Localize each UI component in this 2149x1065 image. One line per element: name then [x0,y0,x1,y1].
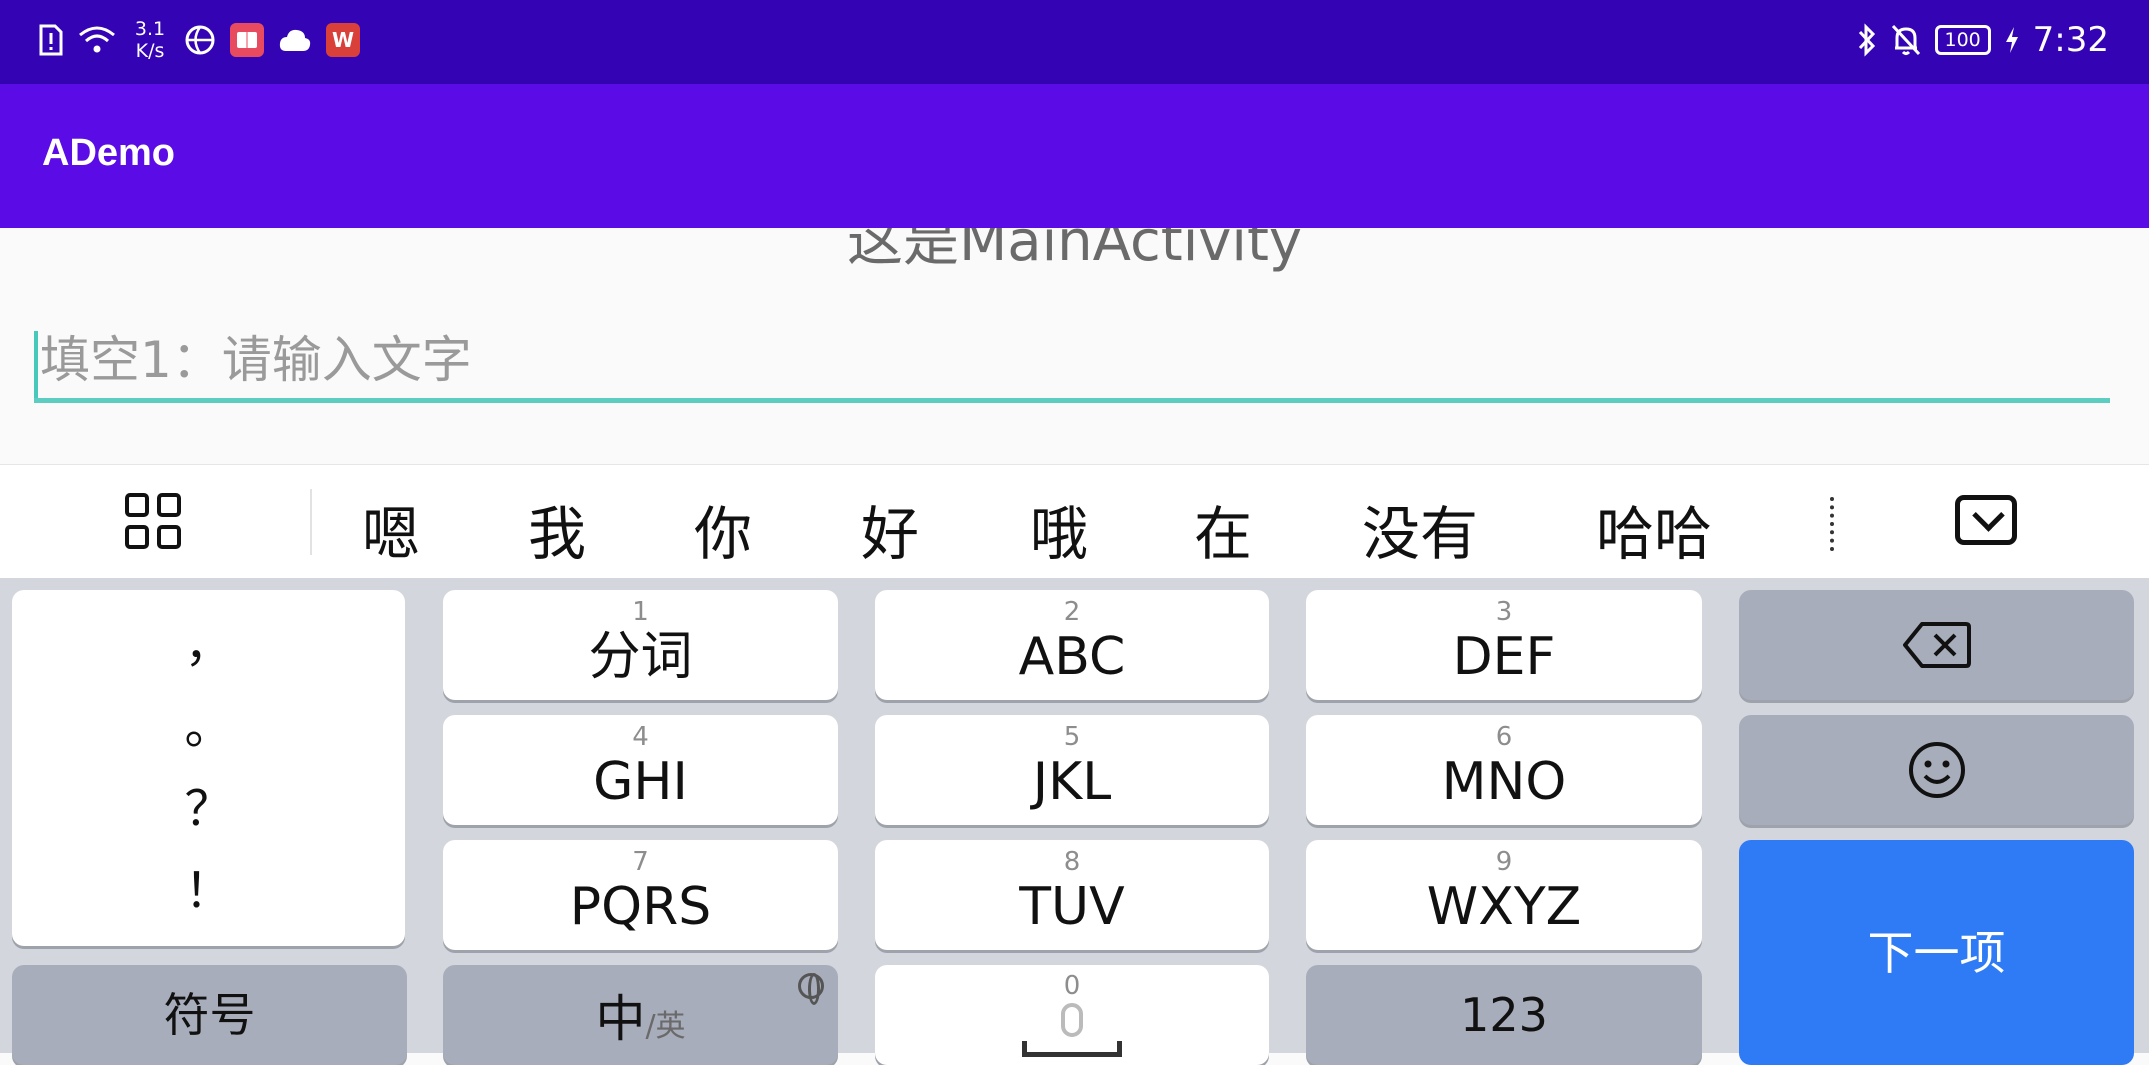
key-number: 4 [632,722,649,752]
candidate-word[interactable]: 你 [694,487,752,571]
key-7[interactable]: 7 PQRS [443,840,838,950]
key-9[interactable]: 9 WXYZ [1306,840,1702,950]
globe-icon [798,973,824,1005]
candidate-bar: 嗯 我 你 好 哦 在 没有 哈哈 [0,464,2149,578]
main-content: 这是MainActivity [0,228,2149,464]
more-candidates-divider [1830,497,1834,551]
key-number: 5 [1063,722,1081,752]
key-label: DEF [1452,627,1556,687]
key-1[interactable]: 1 分词 [443,590,838,700]
vpn-globe-icon [185,25,215,55]
app-title: ADemo [42,132,176,174]
language-switch-key[interactable]: 中/英 [443,965,838,1065]
cloud-icon [279,29,311,51]
key-label: MNO [1441,752,1567,812]
key-label: GHI [593,752,688,812]
backspace-icon [1902,622,1971,668]
space-key-number: 0 [1063,971,1081,1001]
space-icon [1022,1041,1122,1057]
language-alt: /英 [645,1009,686,1044]
numeric-key-label: 123 [1460,988,1548,1042]
key-label: PQRS [569,877,712,937]
book-app-icon [230,23,264,57]
candidate-word[interactable]: 哦 [1030,487,1088,571]
key-label: JKL [1032,752,1112,812]
candidate-word[interactable]: 没有 [1362,487,1478,571]
battery-icon: 100 [1934,25,1991,55]
emoji-key[interactable] [1739,715,2134,825]
network-speed: 3.1 K/s [134,18,166,62]
wps-app-icon: W [326,23,360,57]
next-field-label: 下一项 [1867,925,2006,980]
candidate-word[interactable]: 我 [528,487,586,571]
main-activity-label: 这是MainActivity [846,228,1303,274]
key-4[interactable]: 4 GHI [443,715,838,825]
smiley-icon [1908,742,1965,798]
symbol-key-label: 符号 [163,988,256,1042]
key-label: TUV [1019,877,1125,937]
mute-bell-icon [1891,24,1920,56]
text-cursor [34,331,38,399]
key-number: 2 [1063,597,1081,627]
candidate-word[interactable]: 好 [861,487,919,571]
grid-menu-icon[interactable] [125,493,185,553]
key-number: 8 [1063,847,1081,877]
key-label: ABC [1018,627,1126,687]
key-5[interactable]: 5 JKL [875,715,1269,825]
wifi-icon [79,26,115,53]
app-bar: ADemo [0,84,2149,228]
key-8[interactable]: 8 TUV [875,840,1269,950]
clock: 7:32 [2032,20,2109,60]
next-field-key[interactable]: 下一项 [1739,840,2134,1065]
charging-icon [2005,27,2018,53]
language-label: 中/英 [595,979,685,1051]
space-key[interactable]: 0 [875,965,1269,1065]
bluetooth-icon [1858,23,1875,57]
candidate-word[interactable]: 嗯 [362,487,420,571]
language-main: 中 [595,990,646,1048]
text-input-container[interactable] [34,323,2110,403]
punct-comma[interactable]: ， [184,618,232,672]
punct-exclaim[interactable]: ！ [184,864,232,918]
key-label: 分词 [588,627,693,687]
fill-blank-input[interactable] [34,323,2110,397]
key-6[interactable]: 6 MNO [1306,715,1702,825]
battery-level: 100 [1944,29,1981,51]
sim-alert-icon [39,24,63,56]
key-3[interactable]: 3 DEF [1306,590,1702,700]
microphone-icon [1061,1003,1083,1037]
key-number: 3 [1495,597,1513,627]
symbol-key[interactable]: 符号 [12,965,407,1065]
input-underline [34,398,2110,403]
backspace-key[interactable] [1739,590,2134,700]
candidate-word[interactable]: 哈哈 [1596,487,1712,571]
status-bar: 3.1 K/s W 100 7:32 [0,0,2149,84]
candidate-divider [310,489,312,555]
key-number: 9 [1495,847,1513,877]
key-number: 1 [632,597,649,627]
collapse-keyboard-icon[interactable] [1955,495,2017,545]
key-number: 6 [1495,722,1513,752]
key-2[interactable]: 2 ABC [875,590,1269,700]
punct-period[interactable]: 。 [184,700,232,754]
key-label: WXYZ [1426,877,1582,937]
punctuation-key[interactable]: ， 。 ？ ！ [12,590,405,946]
candidate-word[interactable]: 在 [1194,487,1252,571]
key-number: 7 [632,847,649,877]
numeric-key[interactable]: 123 [1306,965,1702,1065]
keyboard: ， 。 ？ ！ 1 分词 2 ABC 3 DEF 4 GHI 5 JKL 6 M… [0,578,2149,1065]
punct-question[interactable]: ？ [184,782,232,836]
